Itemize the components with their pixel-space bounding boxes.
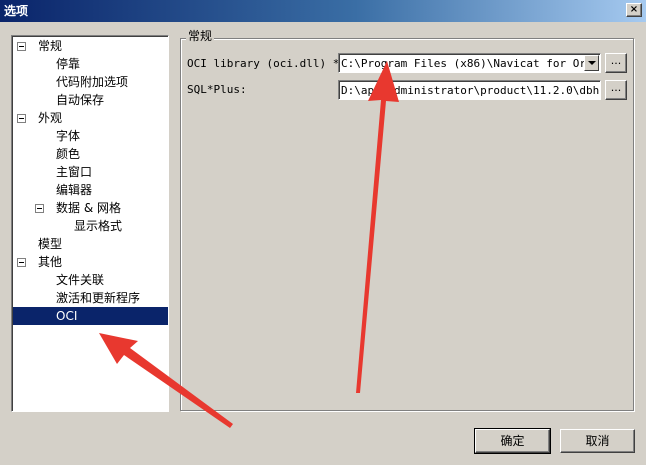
- chevron-down-icon[interactable]: [584, 55, 599, 71]
- tree-item-data-grid[interactable]: 数据 & 网格: [56, 199, 156, 217]
- cancel-button[interactable]: 取消: [560, 429, 635, 453]
- window-title: 选项: [4, 4, 29, 18]
- oci-browse-button[interactable]: ...: [605, 53, 627, 73]
- sqlplus-path-value: D:\app\Administrator\product\11.2.0\dbho…: [341, 84, 600, 97]
- close-icon: ×: [629, 4, 639, 15]
- ok-button[interactable]: 确定: [474, 428, 551, 454]
- tree-item-docking[interactable]: 停靠: [56, 55, 116, 73]
- tree-item-activation-updater[interactable]: 激活和更新程序: [56, 289, 156, 307]
- title-bar: 选项 ×: [0, 0, 646, 22]
- tree-item-editor[interactable]: 编辑器: [56, 181, 116, 199]
- collapse-icon[interactable]: [17, 42, 26, 51]
- groupbox-title: 常规: [186, 28, 215, 44]
- tree-item-color[interactable]: 颜色: [56, 145, 116, 163]
- collapse-icon[interactable]: [35, 204, 44, 213]
- oci-library-combobox[interactable]: C:\Program Files (x86)\Navicat for Oracl…: [338, 53, 601, 73]
- tree-item-general[interactable]: 常规: [38, 37, 98, 55]
- sqlplus-path-input[interactable]: D:\app\Administrator\product\11.2.0\dbho…: [338, 80, 601, 100]
- close-button[interactable]: ×: [626, 3, 642, 17]
- tree-item-font[interactable]: 字体: [56, 127, 116, 145]
- tree-item-other[interactable]: 其他: [38, 253, 98, 271]
- collapse-icon[interactable]: [17, 114, 26, 123]
- sqlplus-label: SQL*Plus:: [187, 83, 247, 96]
- collapse-icon[interactable]: [17, 258, 26, 267]
- sqlplus-browse-button[interactable]: ...: [605, 80, 627, 100]
- tree-item-display-format[interactable]: 显示格式: [74, 217, 154, 235]
- oci-library-value: C:\Program Files (x86)\Navicat for Oracl…: [341, 57, 600, 70]
- tree-item-code-append[interactable]: 代码附加选项: [56, 73, 156, 91]
- tree-item-model[interactable]: 模型: [38, 235, 98, 253]
- tree-item-autosave[interactable]: 自动保存: [56, 91, 136, 109]
- tree-item-oci[interactable]: OCI: [13, 307, 168, 325]
- tree-item-file-association[interactable]: 文件关联: [56, 271, 136, 289]
- options-tree[interactable]: 常规 停靠 代码附加选项 自动保存 外观 字体 颜色 主窗口 编辑器 数据 & …: [11, 35, 169, 412]
- tree-item-main-window[interactable]: 主窗口: [56, 163, 116, 181]
- tree-item-appearance[interactable]: 外观: [38, 109, 98, 127]
- oci-library-label: OCI library (oci.dll) *:: [187, 57, 346, 70]
